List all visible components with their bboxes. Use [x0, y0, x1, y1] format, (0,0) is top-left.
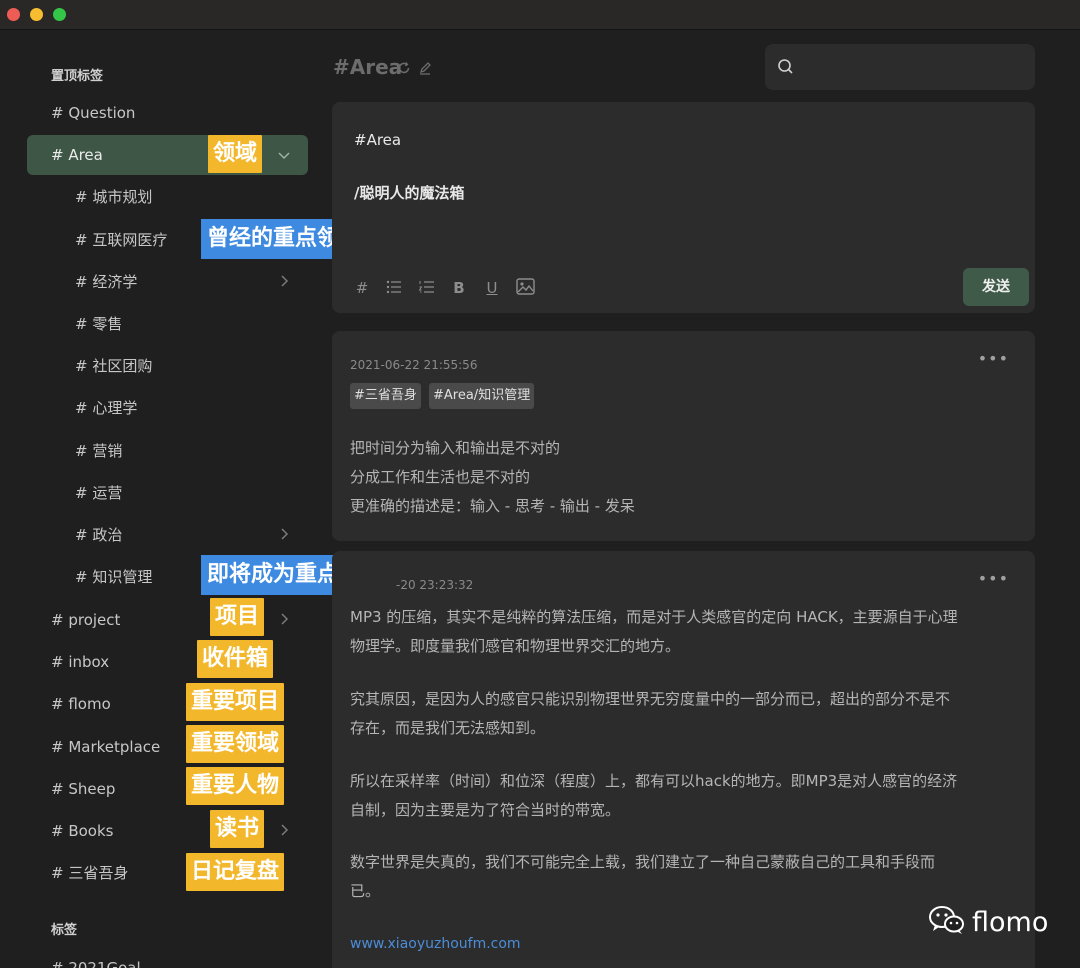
pinned-tags-title: 置顶标签 — [51, 69, 104, 84]
memo-tag-chip[interactable]: #三省吾身 — [350, 383, 421, 409]
maximize-window-button[interactable] — [53, 8, 66, 21]
edit-icon[interactable] — [418, 60, 432, 79]
sidebar-tag-inbox[interactable]: # inbox — [51, 642, 109, 682]
sidebar-tag-question[interactable]: # Question — [51, 93, 135, 133]
chevron-right-icon[interactable] — [277, 823, 293, 837]
editor-line-text[interactable]: /聪明人的魔法箱 — [354, 182, 464, 203]
search-icon — [777, 58, 794, 79]
sidebar-tag-politics[interactable]: # 政治 — [75, 515, 122, 555]
sidebar-tag-sheep[interactable]: # Sheep — [51, 769, 115, 809]
sidebar-tag-economics[interactable]: # 经济学 — [75, 262, 137, 302]
memo-timestamp: -20 23:23:32 — [396, 578, 474, 592]
memo-line: 分成工作和生活也是不对的 — [350, 468, 531, 486]
tags-title: 标签 — [51, 923, 78, 938]
hashtag-icon[interactable]: # — [352, 278, 372, 298]
memo-editor[interactable]: #Area /聪明人的魔法箱 # B U 发送 — [332, 102, 1035, 313]
close-window-button[interactable] — [7, 8, 20, 21]
page-title: #Area — [333, 55, 403, 79]
annotation-area: 领域 — [208, 135, 263, 173]
sidebar-tag-retail[interactable]: # 零售 — [75, 304, 122, 344]
image-icon[interactable] — [515, 278, 535, 298]
memo-line: 物理学。即度量我们感官和物理世界交汇的地方。 — [350, 637, 681, 655]
sidebar-tag-flomo[interactable]: # flomo — [51, 684, 111, 724]
sidebar-tag-internet-health[interactable]: # 互联网医疗 — [75, 220, 167, 260]
annotation-books: 读书 — [210, 810, 265, 848]
annotation-inbox: 收件箱 — [197, 640, 274, 678]
sidebar-tag-marketing[interactable]: # 营销 — [75, 431, 122, 471]
editor-line-tag[interactable]: #Area — [354, 131, 401, 149]
sidebar-tag-urban-planning[interactable]: # 城市规划 — [75, 177, 152, 217]
memo-line: 更准确的描述是：输入 - 思考 - 输出 - 发呆 — [350, 497, 635, 515]
sidebar-tag-operations[interactable]: # 运营 — [75, 473, 122, 513]
underline-icon[interactable]: U — [482, 278, 502, 298]
sidebar-tag-marketplace[interactable]: # Marketplace — [51, 727, 160, 767]
memo-line: MP3 的压缩，其实不是纯粹的算法压缩，而是对于人类感官的定向 HACK，主要源… — [350, 608, 958, 626]
numbered-list-icon[interactable] — [417, 278, 437, 298]
sidebar-tag-community-group-buy[interactable]: # 社区团购 — [75, 346, 152, 386]
annotation-marketplace: 重要领域 — [186, 725, 285, 763]
annotation-flomo: 重要项目 — [186, 683, 285, 721]
sidebar-tag-area[interactable]: # Area — [27, 135, 308, 175]
minimize-window-button[interactable] — [30, 8, 43, 21]
sidebar-tag-reflection[interactable]: # 三省吾身 — [51, 853, 128, 893]
memo-line: 已。 — [350, 882, 381, 900]
sidebar: 置顶标签 # Question # Area # 城市规划 # 互联网医疗 # … — [0, 31, 320, 968]
watermark-text: flomo — [972, 906, 1049, 938]
more-options-icon[interactable]: ••• — [978, 569, 1009, 588]
more-options-icon[interactable]: ••• — [978, 349, 1009, 368]
chevron-right-icon[interactable] — [277, 612, 293, 626]
sidebar-tag-knowledge-management[interactable]: # 知识管理 — [75, 557, 152, 597]
chevron-right-icon[interactable] — [277, 527, 293, 541]
sidebar-tag-psychology[interactable]: # 心理学 — [75, 388, 137, 428]
sidebar-tag-project[interactable]: # project — [51, 600, 120, 640]
bold-icon[interactable]: B — [449, 278, 469, 298]
send-button[interactable]: 发送 — [963, 268, 1029, 306]
sidebar-tag-books[interactable]: # Books — [51, 811, 113, 851]
refresh-icon[interactable] — [397, 60, 411, 79]
memo-tag-chip[interactable]: #Area/知识管理 — [429, 383, 535, 409]
memo-line: 把时间分为输入和输出是不对的 — [350, 439, 561, 457]
memo-card: 2021-06-22 21:55:56 ••• #三省吾身 #Area/知识管理… — [332, 331, 1035, 541]
memo-timestamp: 2021-06-22 21:55:56 — [350, 358, 478, 372]
memo-line: 存在，而是我们无法感知到。 — [350, 719, 546, 737]
window-titlebar — [0, 0, 1080, 30]
chevron-down-icon[interactable] — [277, 148, 293, 162]
annotation-journal: 日记复盘 — [186, 853, 285, 891]
memo-line: 数字世界是失真的，我们不可能完全上载，我们建立了一种自己蒙蔽自己的工具和手段而 — [350, 853, 936, 871]
bullet-list-icon[interactable] — [384, 278, 404, 298]
sidebar-tag-2021goal[interactable]: # 2021Goal — [51, 948, 141, 968]
wechat-icon — [928, 905, 966, 939]
chevron-right-icon[interactable] — [277, 274, 293, 288]
memo-line: 自制，因为主要是为了符合当时的带宽。 — [350, 801, 621, 819]
search-input[interactable] — [765, 44, 1035, 90]
memo-line: 究其原因，是因为人的感官只能识别物理世界无穷度量中的一部分而已，超出的部分不是不 — [350, 690, 951, 708]
memo-line: 所以在采样率（时间）和位深（程度）上，都有可以hack的地方。即MP3是对人感官… — [350, 772, 958, 790]
annotation-sheep: 重要人物 — [186, 767, 285, 805]
watermark: flomo — [928, 902, 1048, 942]
annotation-project: 项目 — [210, 598, 265, 636]
memo-link[interactable]: www.xiaoyuzhoufm.com — [350, 936, 521, 952]
